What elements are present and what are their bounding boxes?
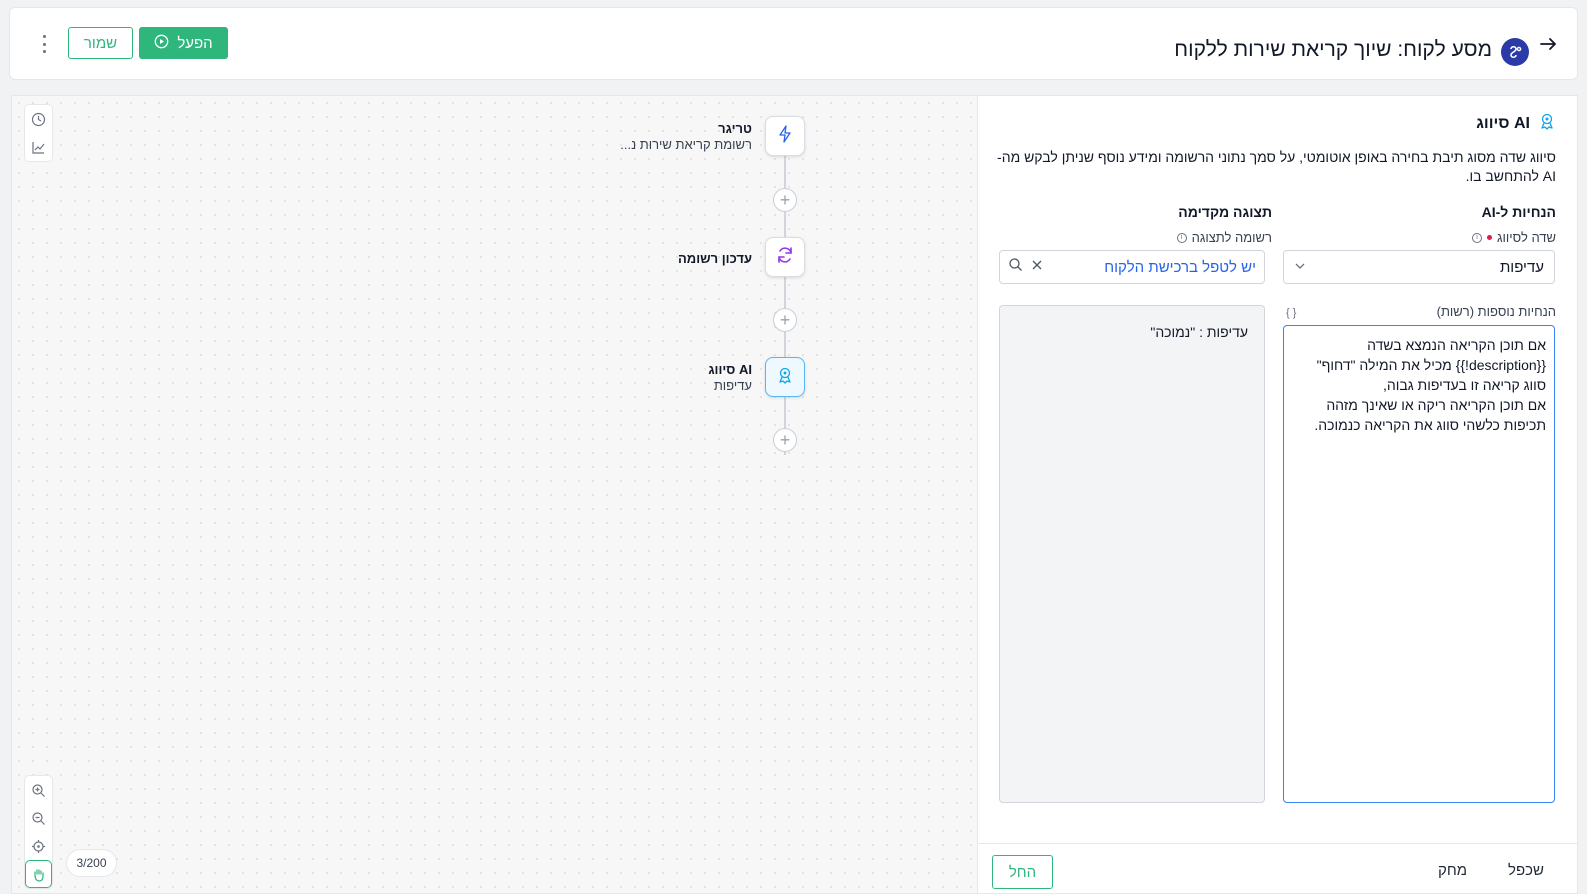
- analytics-chart-icon[interactable]: [25, 133, 52, 161]
- footer-divider: [978, 843, 1579, 844]
- zoom-toolbar: [24, 775, 53, 889]
- ai-classify-node[interactable]: [765, 357, 805, 397]
- history-toolbar: [24, 104, 53, 162]
- classify-field-label: שדה לסיווג i: [1472, 230, 1556, 245]
- instruction-line: אם תוכן הקריאה ריקה או שאינך מזהה: [1326, 397, 1546, 413]
- clear-icon[interactable]: [1031, 258, 1043, 276]
- refresh-icon: [775, 245, 795, 270]
- record-label-text: רשומה לתצוגה: [1191, 230, 1272, 245]
- instruction-line: {{description!}} מכיל את המילה "דחוף": [1316, 357, 1546, 373]
- classify-field-select[interactable]: עדיפות: [1283, 250, 1555, 284]
- ai-instructions-heading: הנחיות ל-AI: [1481, 204, 1556, 220]
- pan-hand-icon[interactable]: [25, 860, 52, 888]
- instruction-line: סווג קריאה זו בעדיפות גבוה,: [1382, 377, 1546, 393]
- flow-canvas[interactable]: [11, 95, 977, 894]
- preview-heading: תצוגה מקדימה: [1178, 204, 1272, 220]
- journey-logo-icon: [1501, 38, 1529, 66]
- preview-result: עדיפות : "נמוכה": [1150, 324, 1248, 340]
- save-button[interactable]: שמור: [68, 27, 133, 59]
- add-step-button[interactable]: +: [773, 308, 797, 332]
- zoom-counter: 3/200: [66, 849, 117, 877]
- center-target-icon[interactable]: [25, 832, 52, 860]
- zoom-in-icon[interactable]: [25, 776, 52, 804]
- required-indicator: [1487, 235, 1493, 240]
- field-label-text: שדה לסיווג: [1497, 230, 1556, 245]
- run-button[interactable]: הפעל: [139, 27, 228, 59]
- trigger-node-label: טריגר רשומת קריאת שירות נ...: [620, 121, 752, 153]
- select-value: עדיפות: [1499, 258, 1544, 276]
- extra-instructions-label: הנחיות נוספות (רשות): [1436, 304, 1556, 319]
- lightning-icon: [777, 124, 793, 148]
- run-button-label: הפעל: [177, 34, 213, 52]
- back-arrow-icon[interactable]: [1538, 34, 1558, 54]
- history-clock-icon[interactable]: [25, 105, 52, 133]
- page-title: מסע לקוח: שיוך קריאת שירות ללקוח: [1174, 38, 1492, 61]
- duplicate-button[interactable]: שכפל: [1508, 862, 1544, 879]
- node-title: AI סיווג: [708, 362, 752, 377]
- node-title: טריגר: [718, 121, 752, 136]
- preview-record-label: רשומה לתצוגה i: [1176, 230, 1272, 245]
- ai-classify-icon: [1538, 112, 1556, 135]
- properties-panel: AI סיווג סיווג שדה מסוג תיבת בחירה באופן…: [977, 95, 1579, 894]
- info-icon[interactable]: i: [1176, 232, 1187, 243]
- panel-header: AI סיווג: [1476, 112, 1556, 135]
- node-title: עדכון רשומה: [678, 251, 752, 266]
- trigger-node[interactable]: [765, 116, 805, 156]
- preview-record-search[interactable]: יש לטפל ברכישת הלקוח: [999, 250, 1265, 284]
- ai-classify-icon: [776, 366, 794, 389]
- extra-instructions-textarea[interactable]: אם תוכן הקריאה הנמצא בשדה {{description!…: [1283, 325, 1555, 803]
- search-icon[interactable]: [1008, 257, 1023, 277]
- zoom-out-icon[interactable]: [25, 804, 52, 832]
- preview-record-value: יש לטפל ברכישת הלקוח: [1104, 258, 1256, 276]
- info-icon[interactable]: i: [1472, 232, 1483, 243]
- add-step-button[interactable]: +: [773, 188, 797, 212]
- instruction-line: תכיפות כלשהי סווג את הקריאה כנמוכה.: [1314, 417, 1546, 433]
- insert-variable-icon[interactable]: { }: [1286, 307, 1296, 319]
- instruction-line: אם תוכן הקריאה הנמצא בשדה: [1367, 337, 1546, 353]
- node-subtitle: עדיפות: [713, 378, 752, 393]
- apply-button[interactable]: החל: [992, 855, 1053, 889]
- play-circle-icon: [154, 34, 169, 53]
- panel-title: AI סיווג: [1476, 114, 1530, 132]
- update-record-node[interactable]: [765, 237, 805, 277]
- update-record-node-label: עדכון רשומה: [678, 251, 752, 267]
- ai-classify-node-label: AI סיווג עדיפות: [708, 362, 752, 394]
- chevron-down-icon: [1294, 259, 1306, 276]
- node-subtitle: רשומת קריאת שירות נ...: [620, 137, 752, 152]
- top-bar: מסע לקוח: שיוך קריאת שירות ללקוח הפעל שמ…: [9, 7, 1578, 80]
- delete-button[interactable]: מחק: [1438, 862, 1467, 879]
- add-step-button[interactable]: +: [773, 428, 797, 452]
- preview-result-box: עדיפות : "נמוכה": [999, 305, 1265, 803]
- more-options-icon[interactable]: [40, 35, 48, 53]
- panel-description: סיווג שדה מסוג תיבת בחירה באופן אוטומטי,…: [997, 149, 1556, 184]
